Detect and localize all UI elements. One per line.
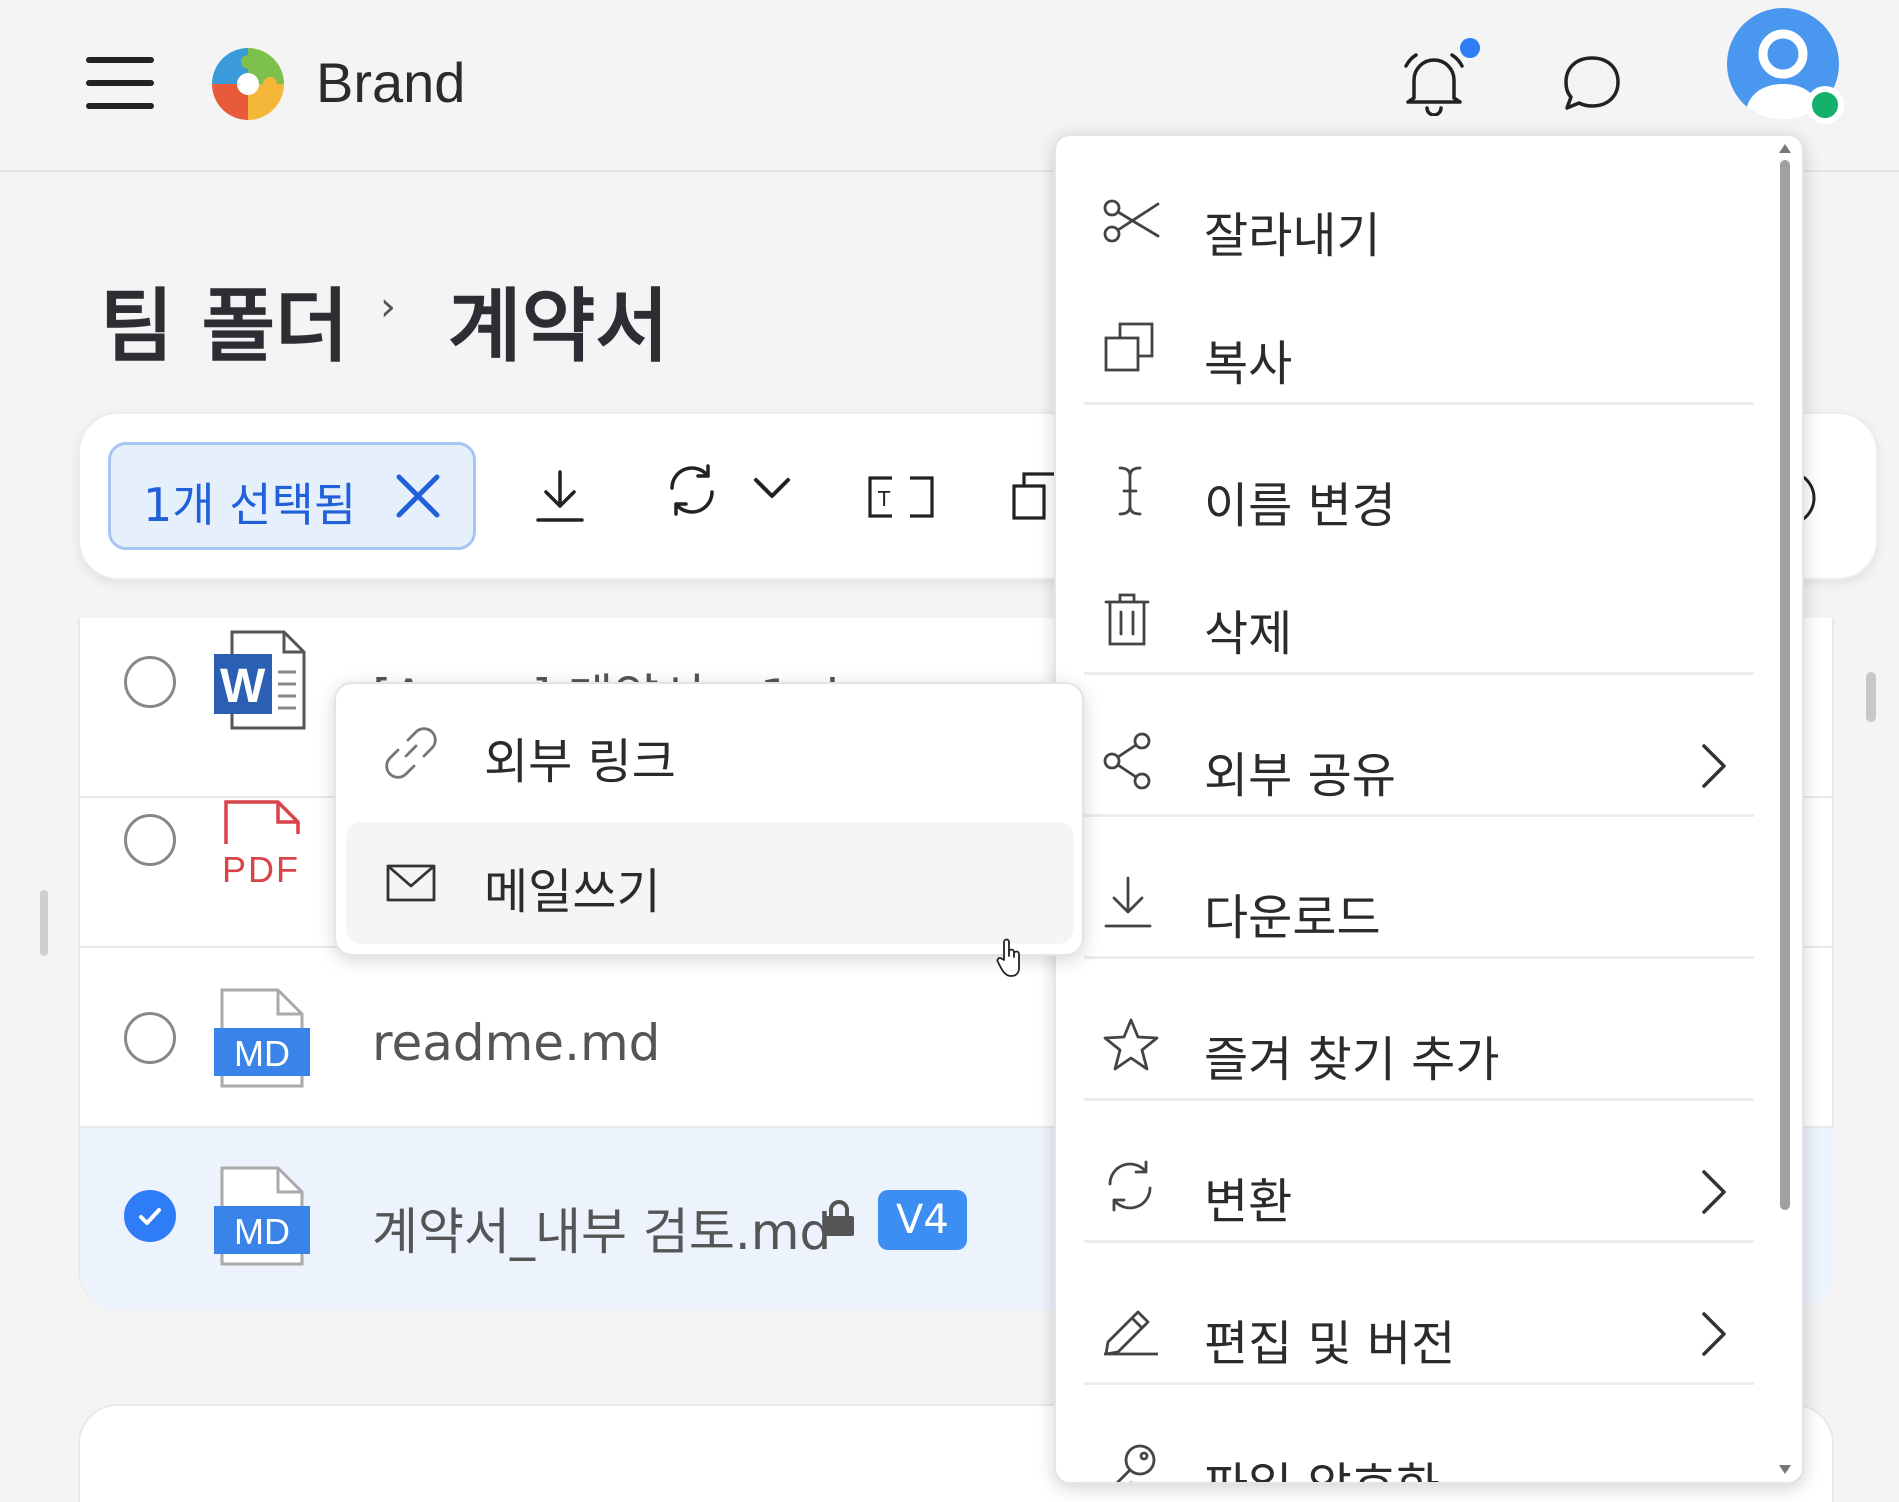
menu-divider [1084,1382,1754,1385]
selection-count: 1개 선택됨 [143,478,357,532]
chat-icon[interactable] [1560,52,1624,116]
scroll-up-arrow-icon[interactable] [1778,140,1792,154]
convert-icon[interactable] [664,462,720,518]
copy-icon [1102,320,1160,378]
menu-item-convert[interactable]: 변환 [1056,1122,1756,1252]
menu-item-label: 이름 변경 [1204,478,1396,534]
panel-resize-handle[interactable] [40,890,48,956]
menu-divider [1084,1098,1754,1101]
page-scrollbar[interactable] [1866,672,1876,722]
menu-item-add-favorite[interactable]: 즐겨 찾기 추가 [1056,980,1756,1110]
breadcrumb-root[interactable]: 팀 폴더 [100,262,349,378]
clear-selection-icon[interactable] [393,471,443,521]
scroll-down-arrow-icon[interactable] [1778,1462,1792,1476]
file-name[interactable]: readme.md [372,1014,660,1072]
brand-logo-icon[interactable] [208,44,288,124]
row-checkbox[interactable] [124,656,176,708]
chevron-right-icon [1696,742,1730,790]
scissors-icon [1102,192,1160,250]
trash-icon [1102,590,1160,648]
menu-item-label: 즐겨 찾기 추가 [1204,1032,1500,1088]
submenu-item-label: 외부 링크 [484,734,676,790]
md-file-icon: MD [214,988,310,1088]
menu-item-edit-version[interactable]: 편집 및 버전 [1056,1264,1756,1394]
menu-item-rename[interactable]: 이름 변경 [1056,426,1756,556]
md-label: MD [234,1211,290,1252]
hand-cursor-icon [996,938,1024,978]
version-badge: V4 [878,1190,967,1250]
submenu-item-external-link[interactable]: 외부 링크 [346,692,1074,814]
menu-item-label: 외부 공유 [1204,748,1396,804]
menu-item-cut[interactable]: 잘라내기 [1056,156,1756,286]
submenu-item-label: 메일쓰기 [484,864,661,920]
menu-item-delete[interactable]: 삭제 [1056,554,1756,684]
submenu-item-write-mail[interactable]: 메일쓰기 [346,822,1074,944]
menu-divider [1084,672,1754,675]
menu-item-label: 변환 [1204,1174,1293,1230]
menu-item-label: 편집 및 버전 [1204,1316,1456,1372]
menu-scrollbar[interactable] [1780,160,1790,1210]
online-status-badge [1806,86,1844,124]
chevron-right-icon [1696,1310,1730,1358]
row-checkbox[interactable] [124,814,176,866]
menu-item-download[interactable]: 다운로드 [1056,838,1756,968]
bell-icon[interactable] [1402,50,1466,117]
menu-item-label: 복사 [1204,336,1293,392]
menu-divider [1084,814,1754,817]
copy-icon[interactable] [1010,470,1054,522]
share-submenu: 외부 링크 메일쓰기 [334,682,1084,956]
link-icon [384,726,438,780]
selection-chip: 1개 선택됨 [108,442,476,550]
menu-divider [1084,956,1754,959]
context-menu: 잘라내기 복사 이름 변경 삭제 외부 공유 다운로드 즐겨 찾기 추가 변환 … [1054,134,1804,1484]
download-icon [1102,874,1160,932]
menu-item-external-share[interactable]: 외부 공유 [1056,696,1756,826]
breadcrumb-separator: › [380,284,396,330]
star-icon [1102,1016,1160,1074]
menu-item-label: 잘라내기 [1204,208,1381,264]
share-icon [1102,732,1160,790]
menu-item-label: 삭제 [1204,606,1293,662]
file-name[interactable]: 계약서_내부 검토.md [372,1192,831,1264]
text-cursor-icon [1102,462,1160,520]
brand-name[interactable]: Brand [316,50,465,115]
svg-text:T: T [877,487,891,511]
download-icon[interactable] [534,468,586,524]
md-label: MD [234,1033,290,1074]
menu-item-encrypt[interactable]: 파일 암호화 [1056,1406,1756,1482]
key-icon [1102,1442,1160,1482]
pdf-file-icon: PDF [222,794,304,904]
lock-icon [822,1200,856,1236]
word-file-icon: W [212,630,308,730]
svg-text:W: W [220,660,266,713]
convert-icon [1102,1158,1160,1216]
notification-dot [1460,38,1480,58]
menu-divider [1084,402,1754,405]
pdf-label: PDF [222,849,300,890]
chevron-down-icon[interactable] [752,474,792,502]
row-checkbox[interactable] [124,1012,176,1064]
rename-icon[interactable]: T [866,474,936,520]
menu-item-label: 파일 암호화 [1204,1446,1440,1482]
menu-divider [1084,1240,1754,1243]
menu-item-copy[interactable]: 복사 [1056,284,1756,414]
pencil-icon [1102,1300,1160,1358]
md-file-icon: MD [214,1166,310,1266]
page-title: 계약서 [448,280,669,373]
hamburger-menu-icon[interactable] [86,57,154,109]
mail-icon [384,856,438,910]
row-checkbox-checked[interactable] [124,1190,176,1242]
chevron-right-icon [1696,1168,1730,1216]
menu-item-label: 다운로드 [1204,890,1381,946]
